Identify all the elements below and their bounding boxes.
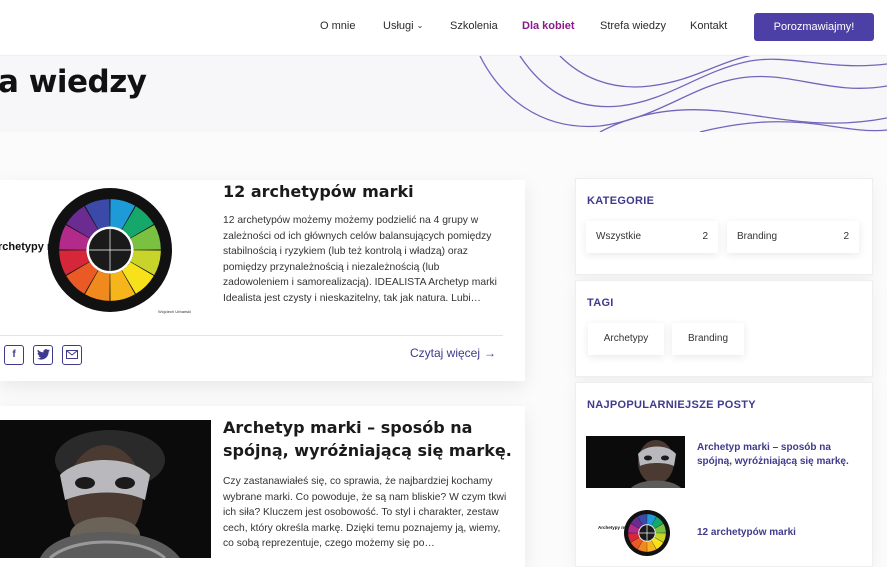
nav-item-uslugi-label: Usługi [383, 20, 414, 32]
categories-title: KATEGORIE [587, 195, 655, 207]
tag-branding[interactable]: Branding [672, 323, 744, 355]
nav-item-kontakt[interactable]: Kontakt [690, 20, 727, 32]
page-title: a wiedzy [0, 64, 147, 100]
archetype-wheel-graphic: Wojciech Urbański [48, 188, 191, 314]
twitter-icon[interactable] [33, 345, 53, 365]
page-hero: a wiedzy [0, 56, 887, 132]
card-divider [0, 335, 503, 336]
archetype-wheel-thumbnail: Archetypy marek [598, 510, 670, 556]
category-label: Wszystkie [596, 231, 641, 242]
category-count: 2 [702, 231, 708, 242]
image-caption: Wojciech Urbański [158, 309, 191, 314]
post-title[interactable]: 12 archetypów marki [223, 180, 414, 203]
category-item-branding[interactable]: Branding 2 [727, 221, 859, 253]
post-excerpt: Czy zastanawiałeś się, co sprawia, że na… [223, 476, 507, 549]
post-title[interactable]: Archetyp marki – sposób na spójną, wyróż… [223, 416, 513, 462]
email-icon[interactable] [62, 345, 82, 365]
category-item-wszystkie[interactable]: Wszystkie 2 [586, 221, 718, 253]
post-image[interactable] [0, 420, 211, 558]
popular-post-title[interactable]: 12 archetypów marki [697, 526, 857, 540]
nav-item-dla-kobiet[interactable]: Dla kobiet [522, 20, 575, 32]
category-label: Branding [737, 231, 778, 242]
arrow-right-icon: → [484, 346, 497, 360]
facebook-icon[interactable]: f [4, 345, 24, 365]
popular-post-thumbnail[interactable] [586, 436, 685, 488]
post-card: rchetypy marek Wojciech Urbański 12 arch… [0, 180, 525, 381]
post-card: Archetyp marki – sposób na spójną, wyróż… [0, 406, 525, 567]
popular-post-title[interactable]: Archetyp marki – sposób na spójną, wyróż… [697, 441, 857, 469]
popular-posts-widget: NAJPOPULARNIEJSZE POSTY Archetyp marki –… [575, 382, 873, 567]
contact-cta-button[interactable]: Porozmawiajmy! [754, 13, 874, 41]
nav-item-strefa-wiedzy[interactable]: Strefa wiedzy [600, 20, 666, 32]
read-more-link[interactable]: Czytaj więcej → [410, 346, 496, 360]
masked-man-thumbnail [586, 436, 685, 488]
category-count: 2 [843, 231, 849, 242]
top-navigation: O mnie Usługi ⌄ Szkolenia Dla kobiet Stre… [0, 0, 887, 56]
tags-title: TAGI [587, 297, 614, 309]
tag-archetypy[interactable]: Archetypy [588, 323, 664, 355]
post-image[interactable]: rchetypy marek Wojciech Urbański [0, 186, 211, 326]
popular-post-thumbnail[interactable]: Archetypy marek [586, 507, 685, 559]
nav-item-uslugi[interactable]: Usługi ⌄ [383, 20, 423, 32]
post-excerpt: 12 archetypów możemy możemy podzielić na… [223, 215, 497, 304]
tags-widget: TAGI Archetypy Branding [575, 280, 873, 377]
nav-item-o-mnie[interactable]: O mnie [320, 20, 355, 32]
chevron-down-icon: ⌄ [416, 21, 424, 30]
nav-item-szkolenia[interactable]: Szkolenia [450, 20, 498, 32]
categories-widget: KATEGORIE Wszystkie 2 Branding 2 [575, 178, 873, 275]
read-more-label: Czytaj więcej [410, 346, 481, 360]
masked-man-photo [0, 420, 211, 558]
popular-posts-title: NAJPOPULARNIEJSZE POSTY [587, 399, 756, 411]
